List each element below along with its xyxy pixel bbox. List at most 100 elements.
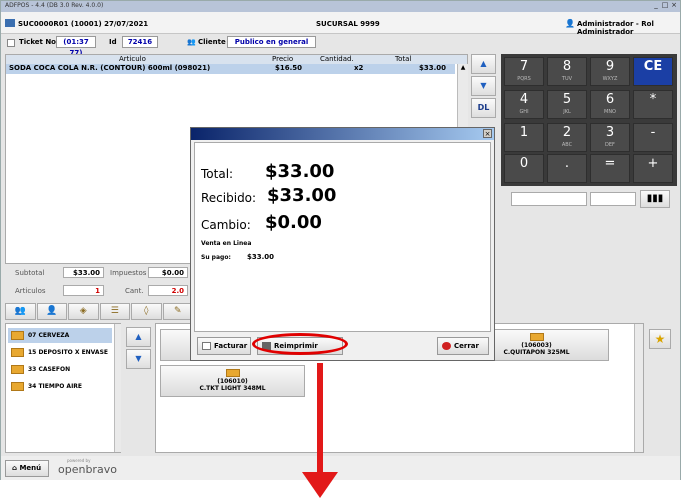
category-list: 07 CERVEZA 15 DEPOSITO X ENVASE 33 CASEF… [5,323,121,453]
key-3[interactable]: 3 DEF [590,123,630,152]
invoice-button[interactable]: Facturar [197,337,251,355]
key-8[interactable]: 8 TUV [547,57,587,86]
folder-icon [11,365,24,374]
list-item[interactable]: 33 CASEFON [8,362,112,377]
ticket-checkbox[interactable] [7,39,15,47]
dialog-title-bar: × [191,128,494,140]
id-value: 72416 [122,36,158,48]
customer-icon[interactable]: 👥 [5,303,36,320]
subtotal-label: Subtotal [15,269,45,277]
product-scrollbar[interactable] [634,324,643,452]
category-scrollbar[interactable] [114,324,121,452]
payment-label: Su pago: [201,254,231,261]
product-button[interactable]: (106010) C.TKT LIGHT 348ML [160,365,305,397]
document-icon [202,342,211,350]
ticket-bar: Ticket No: (01:37 77) Id 72416 👥 Cliente… [1,35,680,57]
ticket-label: Ticket No: [19,38,59,46]
keypad-secondary-input[interactable] [590,192,636,206]
key-plus[interactable]: + [633,154,673,183]
category-nav: ▲ ▼ [126,327,152,371]
key-0[interactable]: 0 [504,154,544,183]
key-ce[interactable]: CE [633,57,673,86]
customer-edit-icon[interactable]: 👤 [36,303,67,320]
minimize-icon[interactable]: _ [652,1,660,10]
session-bar: SUC0000R01 (10001) 27/07/2021 SUCURSAL 9… [1,12,680,36]
numeric-keypad: 7 PQRS 8 TUV 9 WXYZ CE 4 GHI 5 JKL 6 MNO * 1 2… [501,54,677,186]
col-price: Precio [272,55,294,63]
move-down-button[interactable]: ▼ [471,76,496,96]
change-value: $0.00 [265,212,322,233]
keypad-input[interactable] [511,192,587,206]
bottom-bar: ⌂ Menú powered by openbravo [1,456,680,480]
list-item[interactable]: 15 DEPOSITO X ENVASE [8,345,112,360]
properties-icon[interactable]: ✎ [162,303,193,320]
key-7[interactable]: 7 PQRS [504,57,544,86]
list-item[interactable]: 07 CERVEZA [8,328,112,343]
taxes-value: $0.00 [148,267,188,278]
favorite-star-icon[interactable]: ★ [649,329,671,349]
col-qty: Cantidad. [320,55,354,63]
category-down-button[interactable]: ▼ [126,349,151,369]
table-header: Articulo Precio Cantidad. Total [6,55,467,64]
dialog-close-icon[interactable]: × [483,129,492,138]
close-icon[interactable]: × [670,1,678,10]
cancel-icon [442,342,451,350]
key-1[interactable]: 1 [504,123,544,152]
articles-value: 1 [63,285,104,296]
key-5[interactable]: 5 JKL [547,90,587,119]
col-article: Articulo [119,55,146,63]
key-equals[interactable]: = [590,154,630,183]
row-price: $16.50 [275,64,303,72]
table-row[interactable]: SODA COCA COLA N.R. (CONTOUR) 600ml (098… [6,64,455,74]
key-dot[interactable]: . [547,154,587,183]
product-icon [225,369,240,377]
row-article: SODA COCA COLA N.R. (CONTOUR) 600ml (098… [9,64,211,72]
key-multiply[interactable]: * [633,90,673,119]
delete-line-button[interactable]: DL [471,98,496,118]
col-total: Total [395,55,412,63]
payment-value: $33.00 [247,253,275,261]
annotation-arrow-shaft [317,363,323,481]
change-label: Cambio: [201,218,251,232]
ticket-action-bar: 👥 👤 ◈ ☰ ◊ ✎ [5,303,193,321]
id-label: Id [109,38,117,46]
scroll-up-icon[interactable]: ▲ [458,64,468,71]
key-2[interactable]: 2 ABC [547,123,587,152]
taxes-label: Impuestos [110,269,147,277]
folder-icon [11,348,24,357]
tag-icon[interactable]: ◊ [131,303,162,320]
discount-icon[interactable]: ◈ [68,303,99,320]
close-button[interactable]: Cerrar [437,337,489,355]
payment-dialog: × Total: $33.00 Recibido: $33.00 Cambio:… [190,127,495,361]
ticket-number: (01:37 77) [56,36,96,57]
branch-name: SUCURSAL 9999 [316,20,380,28]
maximize-icon[interactable]: □ [661,1,669,10]
move-up-button[interactable]: ▲ [471,54,496,74]
highlight-circle [252,333,348,355]
barcode-icon[interactable]: ▮▮▮ [640,190,670,208]
sale-type: Venta en Linea [201,240,252,247]
list-item[interactable]: 34 TIEMPO AIRE [8,379,112,394]
folder-icon [11,382,24,391]
ticket-totals: Subtotal $33.00 Impuestos $0.00 Articulo… [5,266,190,300]
terminal-icon [5,19,15,27]
client-label: Cliente [198,38,226,46]
list-icon[interactable]: ☰ [99,303,130,320]
articles-label: Articulos [15,287,46,295]
key-4[interactable]: 4 GHI [504,90,544,119]
product-icon [529,333,544,341]
payment-summary: Total: $33.00 Recibido: $33.00 Cambio: $… [194,142,491,332]
key-minus[interactable]: - [633,123,673,152]
qty-label: Cant. [125,287,144,295]
category-up-button[interactable]: ▲ [126,327,151,347]
title-bar: ADFPOS - 4.4 (DB 3.0 Rev. 4.0.0) _ □ × [1,1,680,12]
menu-button[interactable]: ⌂ Menú [5,460,49,477]
total-value: $33.00 [265,161,335,182]
total-label: Total: [201,167,234,181]
key-6[interactable]: 6 MNO [590,90,630,119]
client-field[interactable]: Publico en general [227,36,316,48]
received-value: $33.00 [267,185,337,206]
window-title: ADFPOS - 4.4 (DB 3.0 Rev. 4.0.0) [5,2,104,9]
folder-icon [11,331,24,340]
key-9[interactable]: 9 WXYZ [590,57,630,86]
